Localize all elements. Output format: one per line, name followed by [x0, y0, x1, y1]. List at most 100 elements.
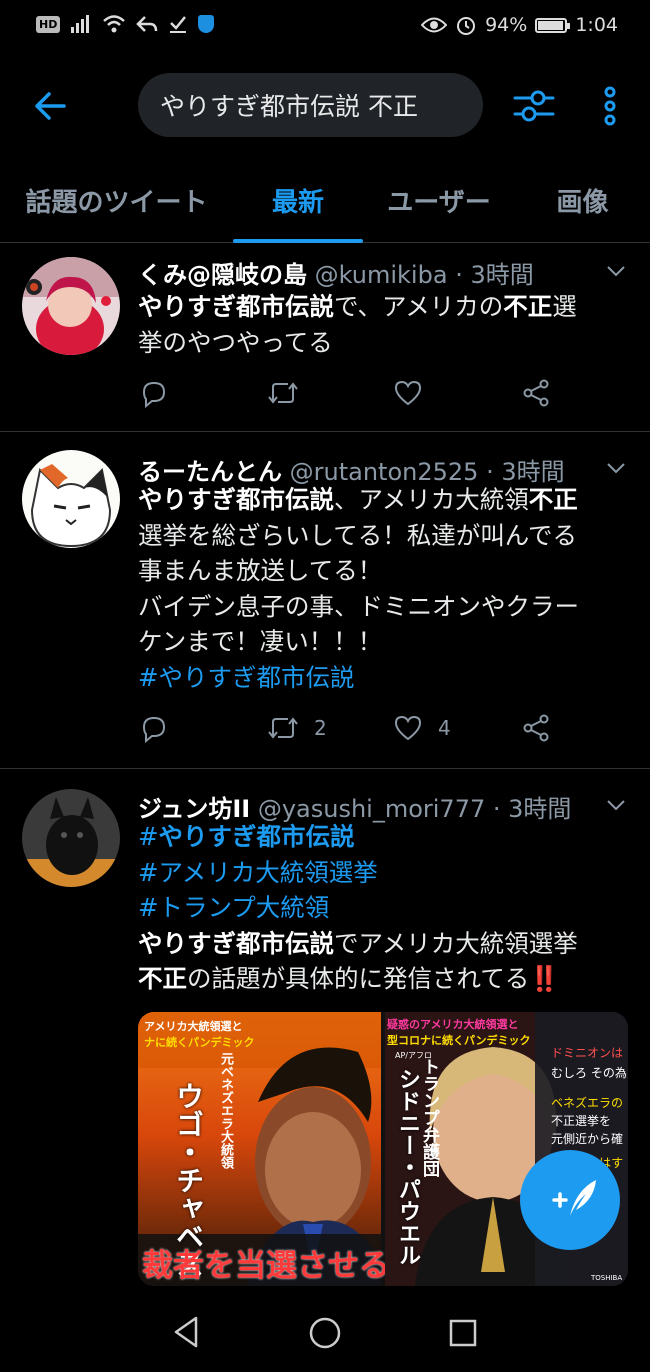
hashtag-link[interactable]: #	[138, 822, 159, 851]
highlighted-keyword: 不正	[528, 485, 578, 514]
tweet-line: ケンまで！凄い！！！	[138, 624, 638, 660]
retweet-icon	[268, 382, 298, 404]
like-button[interactable]	[392, 377, 438, 409]
retweet-button[interactable]	[266, 377, 314, 409]
chevron-down-icon[interactable]	[604, 259, 628, 283]
tweet-line: やりすぎ都市伝説、アメリカ大統領不正	[138, 482, 638, 518]
search-tabs: 話題のツイート 最新 ユーザー 画像	[0, 158, 650, 243]
reply-notification-icon	[136, 16, 158, 32]
reply-icon	[142, 381, 166, 409]
tweet-line: やりすぎ都市伝説で、アメリカの不正選	[138, 289, 638, 325]
highlighted-keyword: 不正	[138, 964, 187, 993]
search-header: やりすぎ都市伝説 不正	[0, 56, 650, 156]
battery-percent: 94%	[485, 14, 528, 36]
status-bar: HD 94% 1:04	[0, 0, 650, 56]
reply-button[interactable]	[138, 377, 170, 409]
share-icon	[523, 714, 549, 742]
search-input[interactable]: やりすぎ都市伝説 不正	[138, 73, 483, 137]
tweet-text-segment: ケンまで！凄い！！！	[138, 627, 383, 656]
share-button[interactable]	[520, 712, 552, 744]
compose-tweet-button[interactable]	[520, 1150, 620, 1250]
left-caption-top-1: アメリカ大統領選と	[144, 1020, 243, 1033]
battery-icon	[535, 17, 571, 33]
compose-feather-icon	[552, 1180, 596, 1216]
system-nav-bar	[0, 1290, 650, 1372]
media-image-left[interactable]: アメリカ大統領選と ナに続くパンデミック 元ベネズエラ大統領 ウゴ・チャベス 裁…	[138, 1012, 390, 1286]
tweet-line: #アメリカ大統領選挙	[138, 855, 638, 891]
more-options-icon[interactable]	[596, 84, 624, 128]
chevron-down-icon[interactable]	[604, 456, 628, 480]
retweet-button[interactable]: 2	[266, 712, 327, 744]
tweet-line: 事まんま放送してる！	[138, 553, 638, 589]
tweet-actions: 2 4	[138, 712, 618, 752]
tweet-text-segment: 選	[552, 292, 577, 321]
tweet-text: やりすぎ都市伝説、アメリカ大統領不正 選挙を総ざらいしてる！私達が叫んでる 事まんま…	[138, 482, 638, 695]
tweet-actions	[138, 377, 618, 417]
search-query: やりすぎ都市伝説 不正	[160, 92, 418, 121]
tweet[interactable]: るーたんとん @rutanton2525 · 3時間 やりすぎ都市伝説、アメリカ…	[0, 432, 650, 769]
tweet-text: #やりすぎ都市伝説 #アメリカ大統領選挙 #トランプ大統領 やりすぎ都市伝説でアメリカ…	[138, 819, 638, 997]
right-side-text-3: ベネズエラの	[551, 1096, 624, 1110]
tweet-text-segment: でアメリカ大統領選挙	[334, 928, 578, 958]
avatar[interactable]	[22, 450, 120, 548]
like-button[interactable]: 4	[392, 712, 451, 744]
right-side-text-5: 元側近から確	[551, 1132, 624, 1146]
tweet-text-segment: 、アメリカ大統領	[334, 485, 529, 514]
reply-button[interactable]	[138, 712, 170, 744]
left-title-vertical: 元ベネズエラ大統領	[218, 1052, 233, 1169]
hashtag-link[interactable]: やりすぎ都市伝説	[159, 822, 355, 851]
signal-icon	[71, 15, 90, 33]
handle[interactable]: @kumikiba	[315, 261, 448, 289]
home-nav-icon[interactable]	[308, 1316, 342, 1350]
hashtag-link[interactable]: #トランプ大統領	[138, 893, 329, 922]
hashtag-link[interactable]: #アメリカ大統領選挙	[138, 858, 378, 887]
highlighted-keyword: やりすぎ都市伝説	[138, 485, 334, 514]
tab-top[interactable]: 話題のツイート	[0, 158, 233, 242]
tab-users[interactable]: ユーザー	[363, 158, 515, 242]
right-caption-top-1: 疑惑のアメリカ大統領選と	[387, 1018, 519, 1031]
reply-icon	[142, 716, 166, 744]
right-name-vertical: シドニー・パウエル	[395, 1068, 420, 1266]
tab-images[interactable]: 画像	[515, 158, 650, 242]
tweet-text-segment: 選挙を総ざらいしてる！私達が叫んでる	[138, 520, 578, 550]
status-right: 94% 1:04	[421, 14, 618, 36]
tweet-text-segment: の話題が具体的に発信されてる	[187, 964, 530, 993]
shield-icon	[198, 15, 215, 33]
recents-nav-icon[interactable]	[448, 1318, 478, 1348]
tweet-line: #やりすぎ都市伝説	[138, 660, 638, 696]
tab-latest[interactable]: 最新	[233, 158, 363, 242]
right-side-text-2: むしろ その為	[551, 1066, 627, 1080]
tweet[interactable]: くみ@隠岐の島 @kumikiba · 3時間 やりすぎ都市伝説で、アメリカの不…	[0, 243, 650, 432]
tweet-line: #トランプ大統領	[138, 890, 638, 926]
chevron-down-icon[interactable]	[604, 793, 628, 817]
tweet-line: 選挙を総ざらいしてる！私達が叫んでる	[138, 518, 638, 554]
tweet-text: やりすぎ都市伝説で、アメリカの不正選 挙のやつやってる	[138, 289, 638, 360]
tweet-line: 不正の話題が具体的に発信されてる‼️	[138, 961, 638, 997]
back-nav-icon[interactable]	[170, 1314, 202, 1350]
right-side-text-1: ドミニオンは	[551, 1046, 624, 1060]
tweet-text-segment: バイデン息子の事、ドミニオンやクラー	[138, 591, 579, 621]
display-name[interactable]: くみ@隠岐の島	[138, 261, 307, 289]
tweet-line: 挙のやつやってる	[138, 325, 638, 361]
alarm-icon	[457, 17, 476, 35]
avatar[interactable]	[22, 257, 120, 355]
tweet-line: バイデン息子の事、ドミニオンやクラー	[138, 589, 638, 625]
tweet-text-segment: 事まんま放送してる！	[138, 556, 383, 585]
filter-icon[interactable]	[512, 84, 556, 128]
tweet-text-segment: ‼️	[529, 964, 560, 993]
highlighted-keyword: やりすぎ都市伝説	[138, 928, 334, 958]
heart-icon	[394, 380, 422, 406]
right-caption-top-2: 型コロナに続くパンデミック	[387, 1034, 531, 1047]
avatar[interactable]	[22, 789, 120, 887]
tweet-text-segment: 挙のやつやってる	[138, 327, 333, 357]
retweet-count: 2	[314, 716, 327, 740]
hashtag-link[interactable]: #やりすぎ都市伝説	[138, 663, 355, 692]
status-left: HD	[36, 14, 215, 34]
back-arrow-icon[interactable]	[28, 84, 72, 128]
wifi-icon	[103, 15, 126, 33]
share-button[interactable]	[520, 377, 552, 409]
highlighted-keyword: 不正	[503, 292, 553, 321]
retweet-icon	[268, 717, 298, 739]
timestamp: · 3時間	[455, 261, 534, 289]
highlighted-keyword: やりすぎ都市伝説	[138, 292, 334, 321]
